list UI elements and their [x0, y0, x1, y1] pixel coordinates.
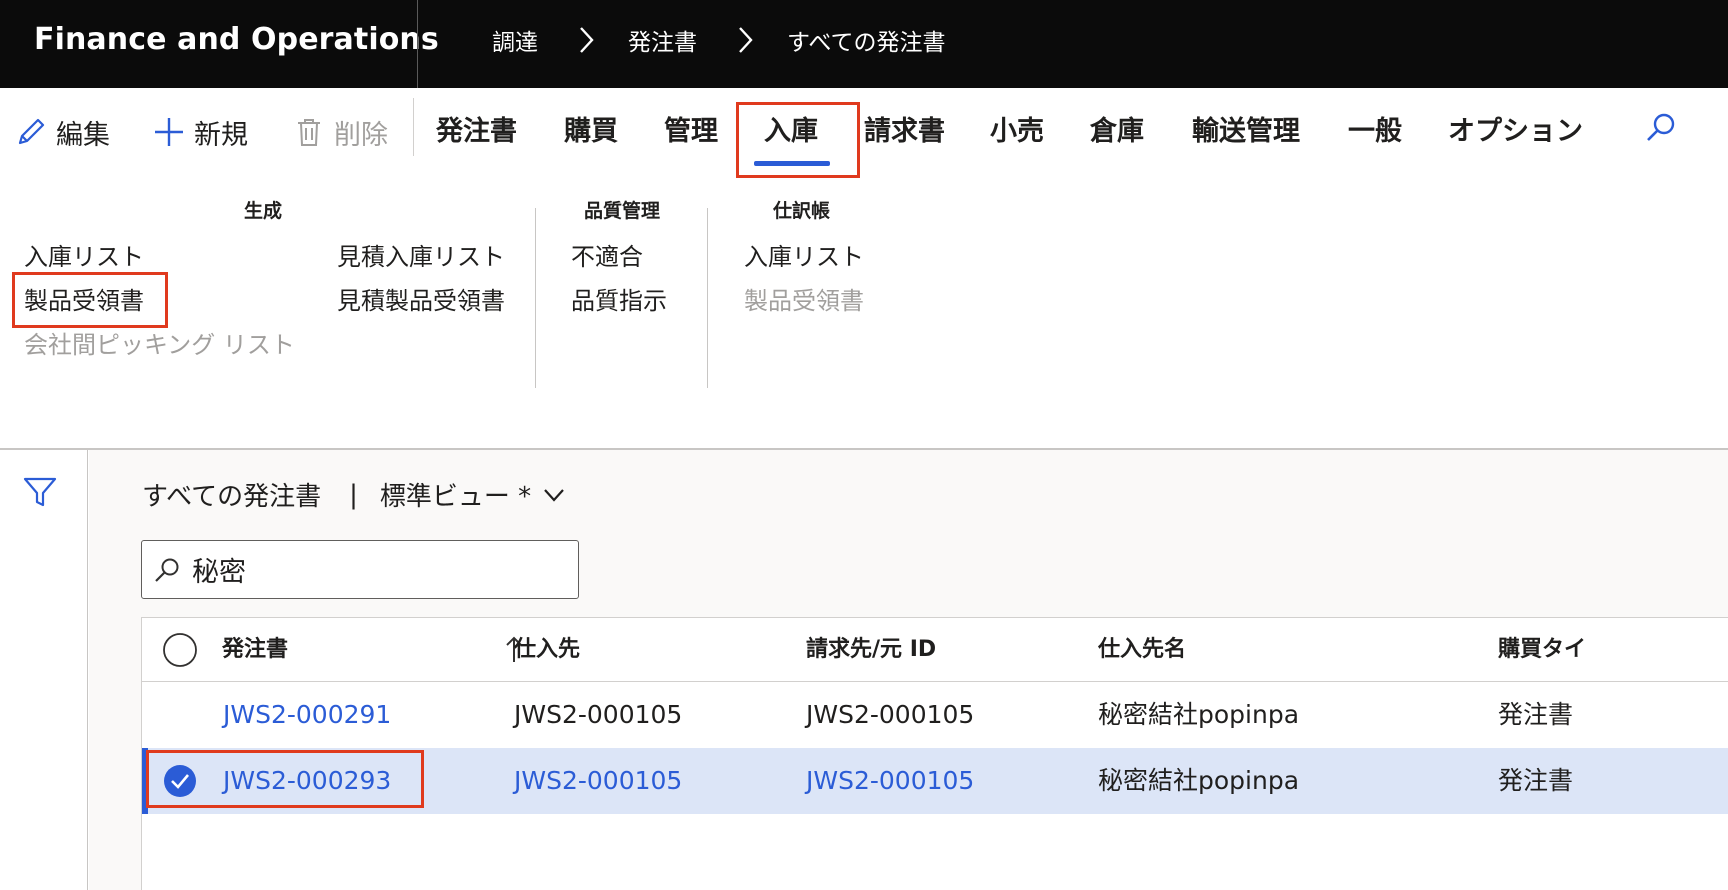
column-header-purchase-type[interactable]: 購買タイ — [1498, 618, 1586, 682]
chevron-right-icon — [739, 27, 753, 53]
select-all-checkbox[interactable] — [162, 632, 198, 668]
view-selector[interactable]: 標準ビュー * — [380, 476, 531, 513]
tab-purchase[interactable]: 購買 — [564, 110, 618, 154]
filter-rail — [0, 450, 88, 890]
new-label: 新規 — [194, 119, 248, 151]
group-title-quality-management: 品質管理 — [584, 200, 661, 222]
cell-vendor: JWS2-000105 — [514, 700, 683, 729]
table-row[interactable]: JWS2-000291 JWS2-000105 JWS2-000105 秘密結社… — [142, 682, 1728, 748]
ribbon-item-journal-receipts-list[interactable]: 入庫リスト — [744, 240, 864, 274]
topbar-divider — [417, 0, 418, 88]
action-pane: 編集 新規 削除 発注書 購買 管理 入庫 請求書 小売 倉庫 輸送管理 一般 … — [0, 88, 1728, 174]
ribbon-item-nonconformance[interactable]: 不適合 — [571, 240, 643, 274]
cell-vendor[interactable]: JWS2-000105 — [514, 748, 682, 814]
cell-invoice-account: JWS2-000105 — [806, 700, 975, 729]
group-title-generate: 生成 — [244, 200, 283, 222]
app-title[interactable]: Finance and Operations — [34, 0, 439, 80]
tab-general[interactable]: 一般 — [1348, 110, 1402, 154]
cell-purchase-order[interactable]: JWS2-000291 — [223, 682, 391, 748]
tab-receive[interactable]: 入庫 — [764, 110, 818, 154]
delete-label: 削除 — [334, 119, 388, 151]
ribbon-group-separator — [707, 208, 708, 388]
tab-invoice[interactable]: 請求書 — [864, 110, 945, 154]
selected-row-indicator — [142, 748, 148, 814]
filter-icon[interactable] — [22, 474, 58, 510]
new-button[interactable]: 新規 — [152, 110, 248, 154]
column-header-purchase-order[interactable]: 発注書 — [222, 618, 288, 682]
cell-vendor-name: 秘密結社popinpa — [1098, 700, 1300, 729]
breadcrumb-item-procurement[interactable]: 調達 — [492, 23, 538, 57]
ribbon-item-journal-product-receipt[interactable]: 製品受領書 — [744, 284, 864, 318]
view-header: すべての発注書 | 標準ビュー * — [142, 476, 567, 513]
purchase-order-grid: 発注書 仕入先 請求先/元 ID 仕入先名 購買タイ JWS2-000291 J… — [141, 617, 1728, 890]
table-row[interactable]: JWS2-000293 JWS2-000105 JWS2-000105 秘密結社… — [142, 748, 1728, 814]
column-header-vendor-name[interactable]: 仕入先名 — [1098, 618, 1186, 682]
edit-label: 編集 — [56, 119, 110, 151]
ribbon-item-intercompany-picking-list[interactable]: 会社間ピッキング リスト — [24, 328, 295, 362]
tab-options[interactable]: オプション — [1448, 110, 1583, 154]
breadcrumb-item-all-purchase-orders: すべての発注書 — [787, 30, 946, 56]
pencil-icon — [18, 118, 45, 145]
plus-icon — [155, 118, 183, 146]
ribbon-item-receipts-list[interactable]: 入庫リスト — [24, 240, 144, 274]
ribbon-item-product-receipt[interactable]: 製品受領書 — [24, 284, 144, 318]
active-tab-indicator — [754, 161, 830, 166]
cell-purchase-order[interactable]: JWS2-000293 — [223, 748, 391, 814]
ribbon-item-quality-orders[interactable]: 品質指示 — [571, 284, 667, 318]
top-bar: Finance and Operations 調達 発注書 すべての発注書 — [0, 0, 1728, 88]
action-pane-separator — [413, 98, 414, 156]
grid-header: 発注書 仕入先 請求先/元 ID 仕入先名 購買タイ — [142, 618, 1728, 682]
page-title: すべての発注書 — [142, 482, 322, 512]
tab-transportation[interactable]: 輸送管理 — [1192, 110, 1300, 154]
search-icon — [155, 558, 179, 582]
ribbon-panel: 生成 入庫リスト 製品受領書 会社間ピッキング リスト 見積入庫リスト 見積製品… — [0, 174, 1728, 448]
cell-purchase-type: 発注書 — [1498, 766, 1574, 795]
column-header-invoice-account[interactable]: 請求先/元 ID — [806, 618, 936, 682]
delete-button[interactable]: 削除 — [292, 110, 388, 154]
tab-warehouse[interactable]: 倉庫 — [1090, 110, 1144, 154]
tab-retail[interactable]: 小売 — [990, 110, 1044, 154]
ribbon-group-separator — [535, 208, 536, 388]
ribbon-item-preliminary-product-receipt[interactable]: 見積製品受領書 — [337, 284, 505, 318]
tab-purchase-order[interactable]: 発注書 — [436, 110, 517, 154]
checkmark-icon[interactable] — [162, 763, 198, 799]
list-page: すべての発注書 | 標準ビュー * 発注書 仕入先 請求先/元 ID 仕入先名 … — [89, 450, 1728, 890]
view-separator: | — [349, 479, 358, 510]
ribbon-item-preliminary-receipts-list[interactable]: 見積入庫リスト — [337, 240, 505, 274]
filter-search-box[interactable] — [141, 540, 579, 599]
tab-manage[interactable]: 管理 — [664, 110, 718, 154]
cell-purchase-type: 発注書 — [1498, 700, 1574, 729]
breadcrumb-item-purchase-orders[interactable]: 発注書 — [628, 23, 697, 57]
breadcrumb: 調達 発注書 すべての発注書 — [492, 0, 945, 80]
trash-icon — [298, 119, 320, 146]
chevron-down-icon[interactable] — [541, 482, 567, 508]
group-title-journals: 仕訳帳 — [773, 200, 831, 222]
column-header-vendor[interactable]: 仕入先 — [514, 618, 580, 682]
cell-vendor-name: 秘密結社popinpa — [1098, 766, 1300, 795]
search-icon[interactable] — [1643, 110, 1679, 146]
search-input[interactable] — [192, 541, 572, 597]
edit-button[interactable]: 編集 — [14, 110, 110, 154]
cell-invoice-account[interactable]: JWS2-000105 — [806, 748, 974, 814]
chevron-right-icon — [580, 27, 594, 53]
